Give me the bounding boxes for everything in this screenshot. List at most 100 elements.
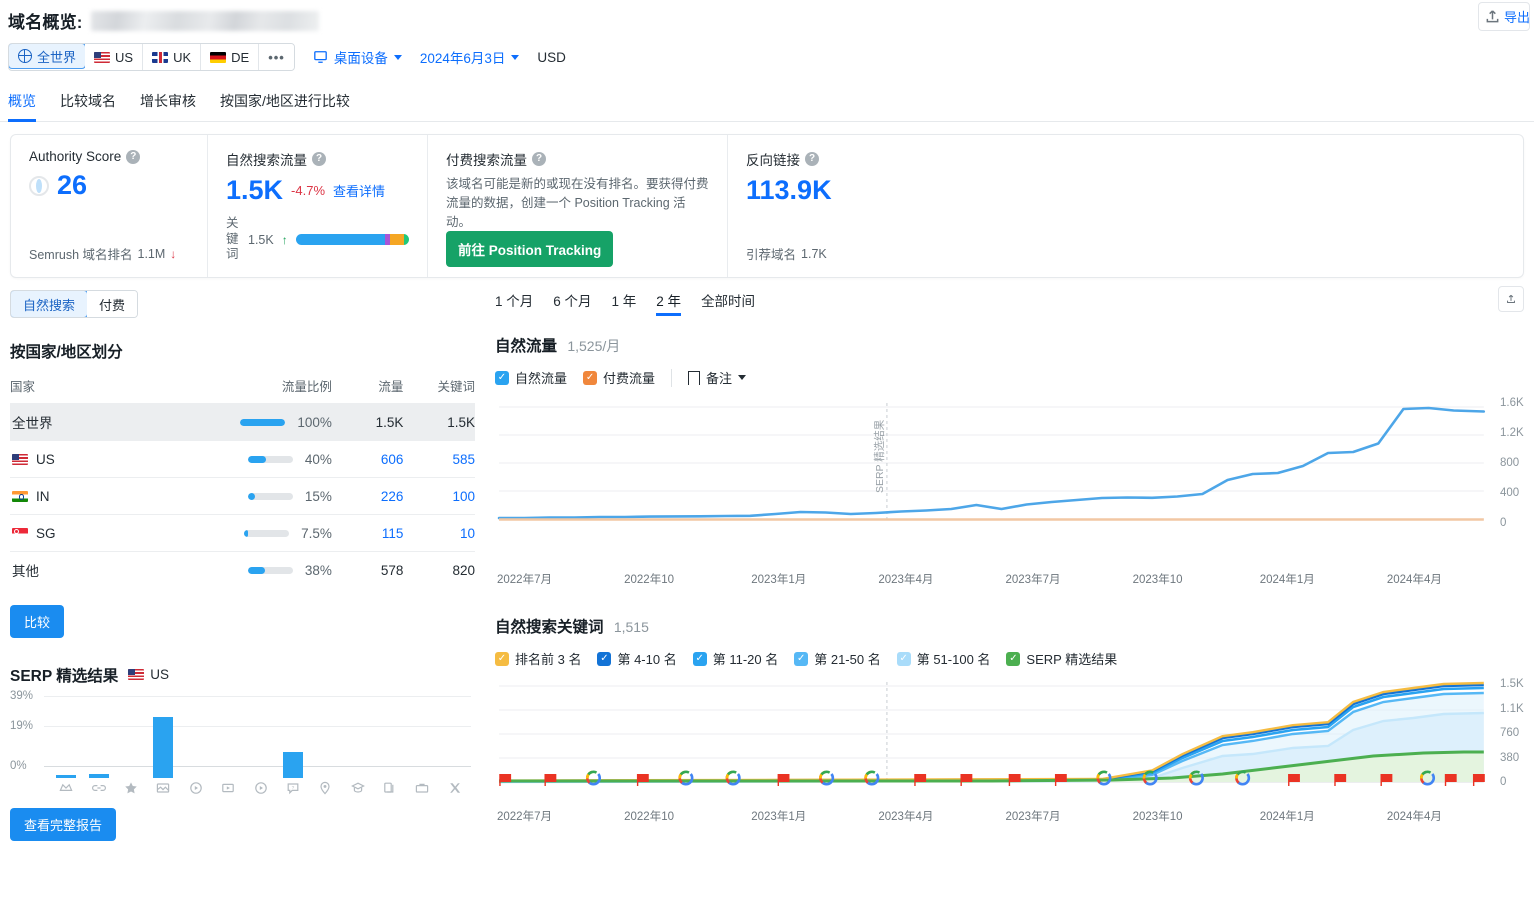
export-label[interactable]: 导出 — [1504, 7, 1530, 26]
x-tick: 2024年4月 — [1387, 808, 1514, 824]
related-pages-icon[interactable] — [374, 780, 406, 796]
legend-serp-features[interactable]: SERP 精选结果 — [1006, 649, 1117, 668]
table-row[interactable]: US 40% 606 585 — [10, 441, 475, 478]
paid-traffic-label: 付费搜索流量 — [446, 149, 527, 169]
domain-name-redacted — [91, 11, 319, 31]
share-pct: 40% — [305, 452, 332, 467]
range-6-months[interactable]: 6 个月 — [553, 290, 591, 316]
serp-features-country: US — [128, 667, 169, 682]
position-tracking-button[interactable]: 前往 Position Tracking — [446, 231, 613, 267]
info-icon[interactable]: ? — [126, 150, 140, 164]
legend-4-10[interactable]: 第 4-10 名 — [597, 649, 676, 668]
jobs-icon[interactable] — [406, 780, 438, 796]
row-keywords[interactable]: 100 — [403, 478, 475, 515]
row-traffic[interactable]: 226 — [332, 478, 404, 515]
notes-label: 备注 — [706, 368, 732, 387]
geo-section-title: 按国家/地区划分 — [10, 340, 475, 362]
x-tick: 2023年4月 — [878, 808, 1005, 824]
legend-label: 付费流量 — [603, 368, 655, 387]
video-carousel-icon[interactable] — [212, 780, 244, 796]
image-pack-icon[interactable] — [147, 780, 179, 796]
row-traffic[interactable]: 606 — [332, 441, 404, 478]
toggle-organic[interactable]: 自然搜索 — [10, 290, 88, 318]
serp-feature-icons: ? — [10, 780, 475, 796]
authority-score-label-row: Authority Score ? — [29, 149, 189, 164]
share-pct: 100% — [297, 415, 332, 430]
geo-option-de[interactable]: DE — [201, 44, 259, 70]
trend-down-icon: ↓ — [170, 247, 176, 261]
featured-snippet-icon[interactable] — [50, 780, 82, 796]
traffic-type-toggle[interactable]: 自然搜索 付费 — [10, 290, 138, 318]
legend-top-3[interactable]: 排名前 3 名 — [495, 649, 581, 668]
range-all-time[interactable]: 全部时间 — [701, 290, 755, 316]
faq-icon[interactable]: ? — [277, 780, 309, 796]
twitter-x-icon[interactable] — [439, 780, 471, 796]
x-tick: 2024年1月 — [1260, 571, 1387, 587]
legend-organic-traffic[interactable]: 自然流量 — [495, 368, 567, 387]
desktop-icon — [313, 50, 328, 64]
device-selector[interactable]: 桌面设备 — [313, 47, 402, 67]
row-traffic: 578 — [332, 552, 404, 589]
legend-11-20[interactable]: 第 11-20 名 — [693, 649, 779, 668]
row-traffic[interactable]: 115 — [332, 515, 404, 552]
notes-dropdown[interactable]: 备注 — [688, 368, 746, 387]
red-flag-icon — [960, 774, 972, 786]
note-flag-icon — [688, 371, 700, 385]
range-2-years[interactable]: 2 年 — [656, 290, 681, 316]
table-row[interactable]: 全世界 100% 1.5K 1.5K — [10, 404, 475, 441]
full-report-button[interactable]: 查看完整报告 — [10, 808, 116, 841]
video-preview-icon[interactable] — [244, 780, 276, 796]
geo-option-worldwide[interactable]: 全世界 — [8, 43, 86, 69]
row-keywords[interactable]: 585 — [403, 441, 475, 478]
legend-divider — [671, 369, 672, 387]
table-row[interactable]: SG 7.5% 115 10 — [10, 515, 475, 552]
kw-seg-green — [404, 234, 409, 245]
reviews-star-icon[interactable] — [115, 780, 147, 796]
range-1-month[interactable]: 1 个月 — [495, 290, 533, 316]
knowledge-panel-icon[interactable] — [342, 780, 374, 796]
tab-overview[interactable]: 概览 — [8, 85, 36, 121]
tab-compare-by-country[interactable]: 按国家/地区进行比较 — [220, 85, 350, 121]
referring-domains-value: 1.7K — [801, 247, 827, 261]
tab-growth-audit[interactable]: 增长审核 — [140, 85, 196, 121]
sitelinks-icon[interactable] — [82, 780, 114, 796]
geo-option-uk[interactable]: UK — [143, 44, 201, 70]
keywords-chart-title-row: 自然搜索关键词 1,515 — [489, 615, 1524, 637]
legend-paid-traffic[interactable]: 付费流量 — [583, 368, 655, 387]
info-icon[interactable]: ? — [805, 152, 819, 166]
compare-button[interactable]: 比较 — [10, 605, 64, 638]
table-row[interactable]: IN 15% 226 100 — [10, 478, 475, 515]
table-row[interactable]: 其他 38% 578 820 — [10, 552, 475, 589]
video-icon[interactable] — [180, 780, 212, 796]
date-selector[interactable]: 2024年6月3日 — [420, 47, 520, 67]
legend-51-100[interactable]: 第 51-100 名 — [897, 649, 991, 668]
traffic-chart-title-row: 自然流量 1,525/月 — [489, 334, 1524, 356]
authority-score-label: Authority Score — [29, 149, 121, 164]
organic-keywords-chart: 1.5K 1.1K 760 380 0 2022年7月 2022年10 2023… — [489, 678, 1524, 824]
view-details-link[interactable]: 查看详情 — [333, 181, 385, 200]
us-flag-icon — [128, 669, 144, 680]
more-icon: ••• — [268, 50, 285, 65]
tab-compare-domains[interactable]: 比较域名 — [60, 85, 116, 121]
geo-selector[interactable]: 全世界 US UK DE ••• — [8, 43, 295, 71]
us-flag-icon — [12, 454, 28, 465]
upload-icon[interactable] — [1485, 9, 1500, 24]
info-icon[interactable]: ? — [532, 152, 546, 166]
range-1-year[interactable]: 1 年 — [612, 290, 637, 316]
export-toolbar[interactable]: 导出 — [1478, 2, 1530, 31]
toggle-paid[interactable]: 付费 — [87, 291, 137, 317]
serp-features-title: SERP 精选结果 — [10, 664, 118, 686]
legend-label: 第 21-50 名 — [814, 649, 880, 668]
x-tick: 2024年4月 — [1387, 571, 1514, 587]
geo-more-button[interactable]: ••• — [259, 44, 294, 70]
google-g-icon — [585, 769, 603, 786]
info-icon[interactable]: ? — [312, 152, 326, 166]
local-pack-icon[interactable] — [309, 780, 341, 796]
geo-option-us[interactable]: US — [85, 44, 143, 70]
chart-export-button[interactable] — [1498, 286, 1524, 312]
checkbox-checked-icon — [1006, 652, 1020, 666]
serp-bar-slot — [342, 706, 374, 778]
red-flag-icon — [544, 774, 556, 786]
row-keywords[interactable]: 10 — [403, 515, 475, 552]
legend-21-50[interactable]: 第 21-50 名 — [794, 649, 880, 668]
